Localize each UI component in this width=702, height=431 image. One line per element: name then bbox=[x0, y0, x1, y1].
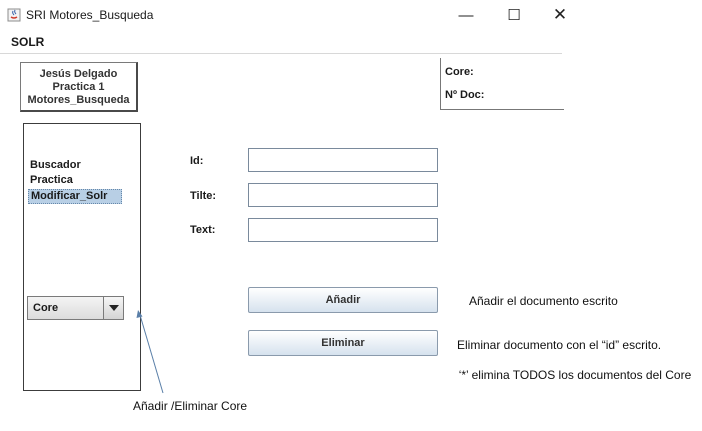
nav-item-buscador[interactable]: Buscador bbox=[28, 159, 83, 172]
project-name: Motores_Busqueda bbox=[27, 94, 130, 106]
menu-solr[interactable]: SOLR bbox=[11, 35, 44, 49]
title-field[interactable] bbox=[248, 183, 438, 207]
close-button[interactable]: ✕ bbox=[546, 4, 574, 26]
delete-button[interactable]: Eliminar bbox=[248, 330, 438, 356]
id-label: Id: bbox=[190, 155, 204, 167]
core-select-dropdown-button[interactable] bbox=[103, 297, 123, 319]
doc-count-label: Nº Doc: bbox=[445, 89, 485, 101]
java-app-icon bbox=[7, 8, 21, 22]
text-field[interactable] bbox=[248, 218, 438, 242]
nav-item-modificar-solr[interactable]: Modificar_Solr bbox=[28, 189, 123, 204]
core-annotation: Añadir /Eliminar Core bbox=[133, 399, 248, 413]
wildcard-annotation: ‘*’ elimina TODOS los documentos del Cor… bbox=[458, 368, 692, 382]
text-label: Text: bbox=[190, 224, 216, 236]
add-button[interactable]: Añadir bbox=[248, 287, 438, 313]
window-title: SRI Motores_Busqueda bbox=[26, 8, 154, 22]
core-select-value: Core bbox=[33, 302, 59, 314]
id-field[interactable] bbox=[248, 148, 438, 172]
chevron-down-icon bbox=[108, 305, 119, 311]
author-name: Jesús Delgado bbox=[39, 68, 118, 80]
author-info-box: Jesús Delgado Practica 1 Motores_Busqued… bbox=[20, 62, 138, 112]
maximize-button[interactable]: ☐ bbox=[500, 4, 528, 26]
delete-annotation: Eliminar documento con el “id” escrito. bbox=[457, 338, 662, 352]
title-label: Tilte: bbox=[190, 190, 217, 202]
nav-item-practica[interactable]: Practica bbox=[28, 174, 75, 187]
menu-separator bbox=[0, 53, 562, 54]
add-annotation: Añadir el documento escrito bbox=[469, 294, 618, 308]
practice-label: Practica 1 bbox=[52, 81, 105, 93]
minimize-button[interactable]: — bbox=[452, 4, 480, 26]
core-label: Core: bbox=[445, 66, 474, 78]
